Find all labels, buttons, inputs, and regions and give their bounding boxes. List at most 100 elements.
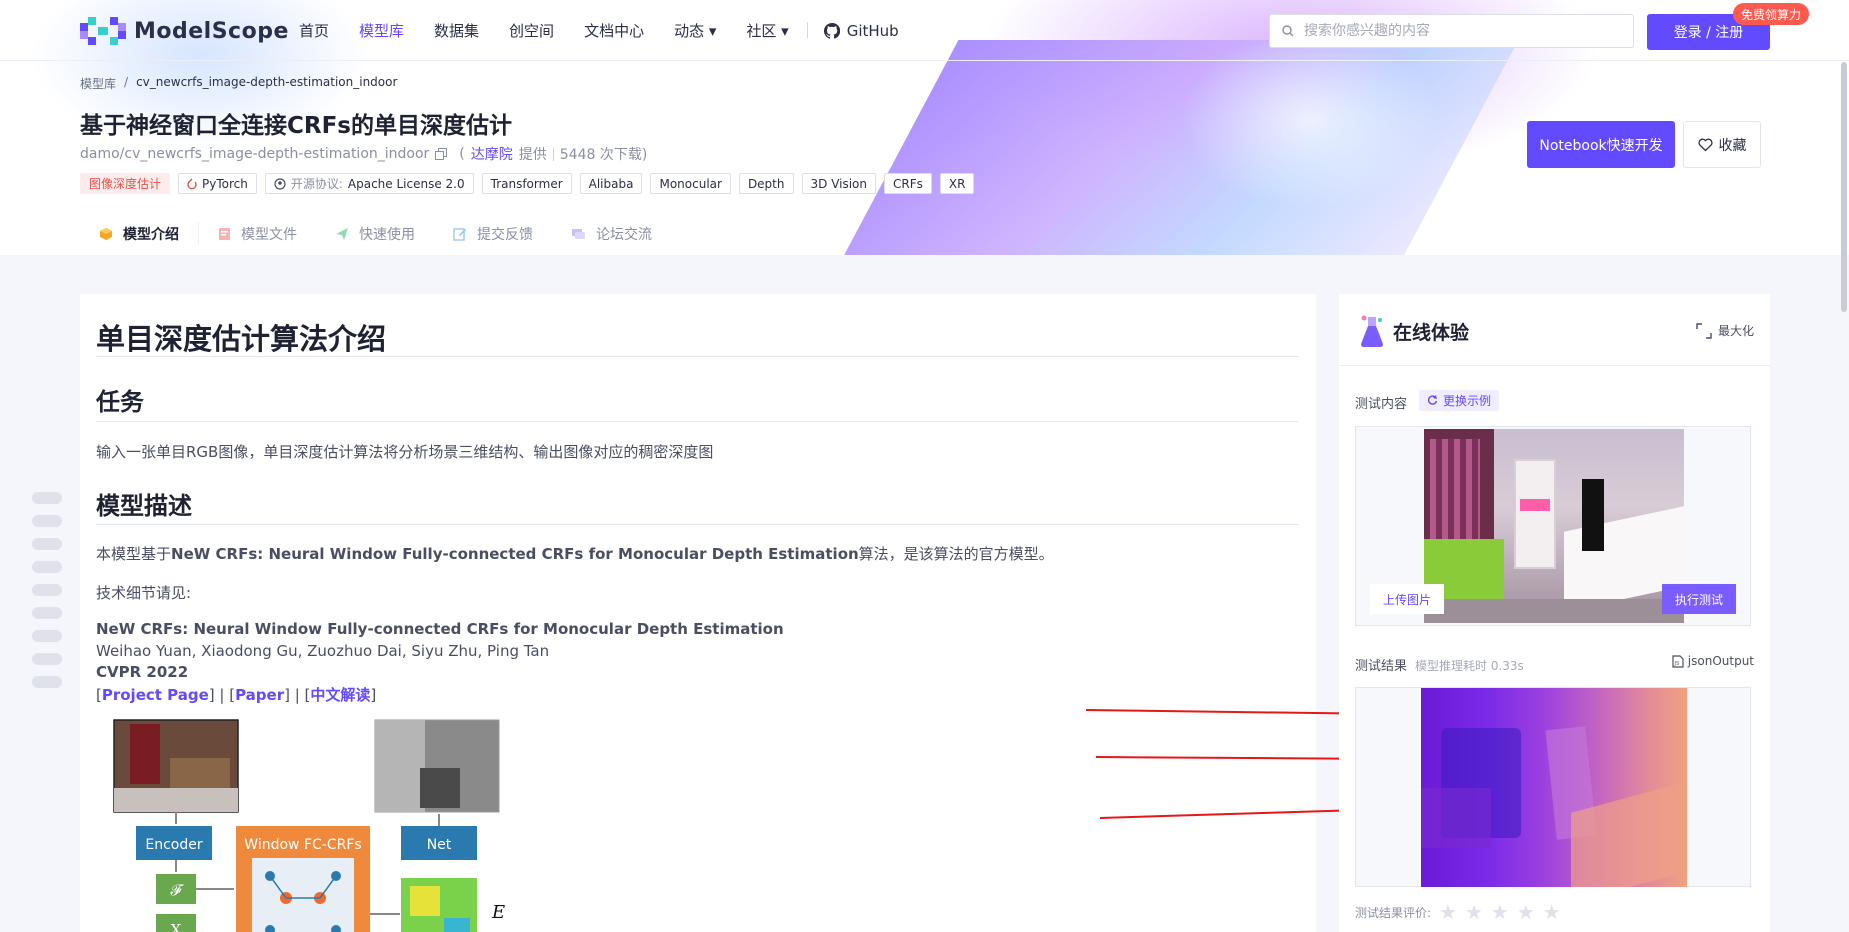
- energy-map-hot: [410, 886, 440, 916]
- paper-link[interactable]: Paper: [235, 686, 284, 704]
- copy-icon[interactable]: [435, 148, 448, 160]
- nav-studios[interactable]: 创空间: [509, 20, 554, 41]
- tag-task[interactable]: 图像深度估计: [80, 173, 171, 194]
- section-model-description-heading: 模型描述: [96, 492, 192, 520]
- star-icon[interactable]: ★: [1543, 902, 1561, 922]
- paper-authors: Weihao Yuan, Xiaodong Gu, Zuozhuo Dai, S…: [96, 642, 550, 660]
- maximize-button[interactable]: 最大化: [1696, 322, 1754, 339]
- outline-item[interactable]: [32, 492, 62, 504]
- room-shelf: [1514, 459, 1556, 569]
- outline-item[interactable]: [32, 653, 62, 665]
- tag-framework[interactable]: PyTorch: [178, 173, 257, 194]
- run-test-button[interactable]: 执行测试: [1662, 584, 1736, 614]
- readme-title: 单目深度估计算法介绍: [96, 322, 387, 356]
- nav-models[interactable]: 模型库: [359, 20, 404, 41]
- project-page-link[interactable]: Project Page: [102, 686, 209, 704]
- nav-github[interactable]: GitHub: [823, 20, 899, 41]
- tab-quick-use-label: 快速使用: [359, 227, 415, 243]
- rating-label: 测试结果评价:: [1355, 905, 1432, 920]
- json-output-label: jsonOutput: [1687, 654, 1754, 668]
- heart-icon: [1697, 138, 1713, 151]
- change-example-label: 更换示例: [1443, 394, 1492, 408]
- divider: [1339, 365, 1770, 366]
- nav-community-dropdown[interactable]: 社区 ▾: [746, 20, 788, 41]
- free-compute-badge[interactable]: 免费领算力: [1733, 3, 1810, 25]
- page-scrollbar[interactable]: [1841, 62, 1847, 312]
- inference-time: 模型推理耗时 0.33s: [1415, 659, 1524, 673]
- star-icon[interactable]: ★: [1465, 902, 1483, 922]
- notebook-quick-dev-button[interactable]: Notebook快速开发: [1527, 121, 1675, 168]
- tab-model-files-label: 模型文件: [241, 227, 297, 243]
- star-icon[interactable]: ★: [1439, 902, 1457, 922]
- tag-license[interactable]: 开源协议: Apache License 2.0: [264, 173, 474, 194]
- details-label: 技术细节请见:: [96, 584, 192, 602]
- nav-docs[interactable]: 文档中心: [584, 20, 644, 41]
- chinese-interpretation-link[interactable]: 中文解读: [310, 686, 370, 704]
- tab-feedback[interactable]: 提交反馈: [434, 222, 552, 246]
- top-navbar: ModelScope 首页 模型库 数据集 创空间 文档中心 动态 ▾ 社区 ▾…: [0, 0, 1849, 61]
- tab-model-files[interactable]: 模型文件: [199, 222, 316, 246]
- tag-alibaba[interactable]: Alibaba: [579, 173, 643, 194]
- page-title: 基于神经窗口全连接CRFs的单目深度估计: [80, 113, 512, 139]
- outline-item[interactable]: [32, 561, 62, 573]
- divider: [96, 421, 1298, 422]
- nav-datasets[interactable]: 数据集: [434, 20, 479, 41]
- chat-icon: [572, 229, 585, 239]
- search-box[interactable]: [1269, 14, 1634, 48]
- json-file-icon: JS: [1672, 654, 1684, 668]
- tab-forum[interactable]: 论坛交流: [552, 222, 671, 246]
- net-label: Net: [427, 837, 452, 853]
- tag-depth[interactable]: Depth: [738, 173, 794, 194]
- outline-item[interactable]: [32, 676, 62, 688]
- tab-quick-use[interactable]: 快速使用: [316, 222, 434, 246]
- paper-title: NeW CRFs: Neural Window Fully-connected …: [96, 620, 784, 638]
- meta-divider: [552, 147, 554, 161]
- outline-item[interactable]: [32, 515, 62, 527]
- modelscope-logo[interactable]: ModelScope: [80, 17, 289, 45]
- star-icon[interactable]: ★: [1517, 902, 1535, 922]
- provider-org-link[interactable]: 达摩院: [471, 144, 513, 164]
- model-id: damo/cv_newcrfs_image-depth-estimation_i…: [80, 146, 430, 162]
- outline-item[interactable]: [32, 538, 62, 550]
- section-task-heading: 任务: [96, 388, 144, 416]
- nav-home[interactable]: 首页: [299, 20, 329, 41]
- tag-transformer[interactable]: Transformer: [481, 173, 572, 194]
- input-photo-curtain: [130, 724, 160, 784]
- model-meta: damo/cv_newcrfs_image-depth-estimation_i…: [80, 144, 647, 164]
- file-icon: [219, 228, 230, 240]
- test-input-area: 上传图片 执行测试: [1355, 426, 1751, 626]
- favorite-button[interactable]: 收藏: [1683, 121, 1761, 168]
- input-photo-bed: [114, 788, 238, 812]
- outline-item[interactable]: [32, 630, 62, 642]
- online-demo-title: 在线体验: [1359, 314, 1469, 348]
- nav-updates-dropdown[interactable]: 动态 ▾: [674, 20, 716, 41]
- x-label: X: [171, 921, 182, 932]
- tag-crfs[interactable]: CRFs: [884, 173, 932, 194]
- outline-item[interactable]: [32, 584, 62, 596]
- tab-model-intro[interactable]: 模型介绍: [80, 222, 198, 246]
- license-icon: [274, 177, 286, 190]
- provided-label: 提供: [518, 147, 547, 163]
- search-input[interactable]: [1304, 23, 1604, 39]
- test-content-label: 测试内容: [1355, 397, 1408, 412]
- upload-image-button[interactable]: 上传图片: [1370, 584, 1444, 614]
- change-example-button[interactable]: 更换示例: [1419, 390, 1500, 411]
- depth-chair-region: [1421, 788, 1491, 848]
- json-output-button[interactable]: JS jsonOutput: [1672, 654, 1754, 668]
- tag-monocular[interactable]: Monocular: [650, 173, 731, 194]
- tag-xr[interactable]: XR: [939, 173, 975, 194]
- github-label: GitHub: [846, 21, 899, 40]
- depth-map-image: [1421, 688, 1687, 887]
- outline-item[interactable]: [32, 607, 62, 619]
- star-icon[interactable]: ★: [1491, 902, 1509, 922]
- paper-plane-icon: [336, 228, 348, 240]
- test-result-header: 测试结果 模型推理耗时 0.33s: [1355, 655, 1524, 674]
- paper-venue: CVPR 2022: [96, 663, 189, 681]
- tag-3d-vision[interactable]: 3D Vision: [801, 173, 877, 194]
- energy-label: E: [491, 902, 505, 923]
- breadcrumb-model-library[interactable]: 模型库: [80, 75, 116, 92]
- model-tabs: 模型介绍 模型文件 快速使用 提交反馈 论坛交流: [80, 222, 671, 246]
- modelscope-logo-icon: [80, 17, 126, 45]
- output-depth-object: [420, 768, 460, 808]
- tag-framework-label: PyTorch: [202, 176, 248, 191]
